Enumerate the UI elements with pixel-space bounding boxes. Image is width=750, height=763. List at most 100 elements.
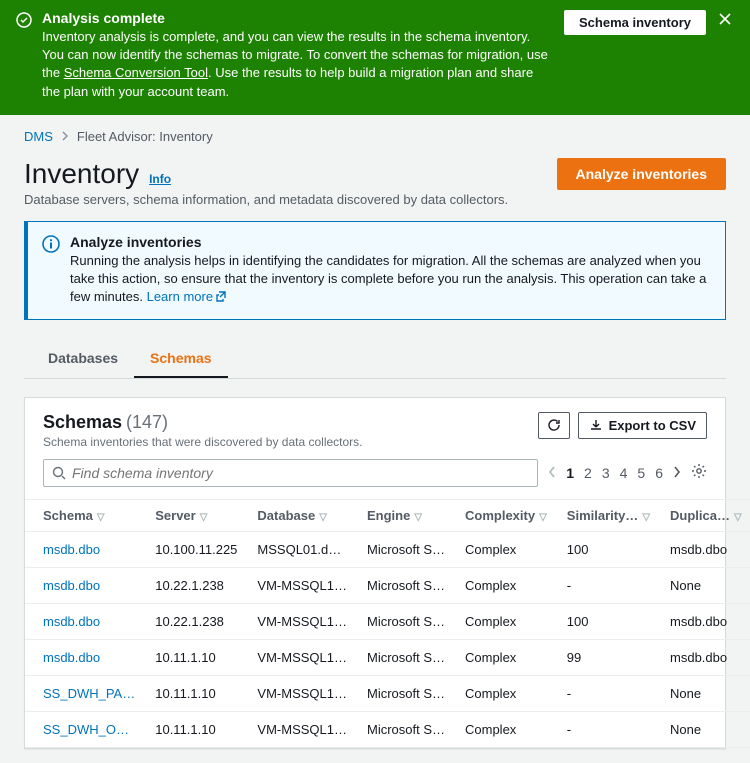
cell-similarity: - bbox=[557, 675, 660, 711]
check-circle-icon bbox=[16, 12, 32, 31]
column-header[interactable]: Server▽ bbox=[145, 499, 247, 531]
schema-conversion-link[interactable]: Schema Conversion Tool bbox=[64, 65, 208, 80]
table-row: msdb.dbo 10.11.1.10VM-MSSQL1…Microsoft S…… bbox=[25, 639, 750, 675]
cell-complexity: Complex bbox=[455, 711, 557, 747]
page-3[interactable]: 3 bbox=[602, 465, 610, 481]
schema-link[interactable]: msdb.dbo bbox=[43, 614, 100, 629]
alert-text: Running the analysis helps in identifyin… bbox=[70, 252, 711, 307]
chevron-right-icon bbox=[61, 129, 69, 144]
page-5[interactable]: 5 bbox=[637, 465, 645, 481]
breadcrumb-current: Fleet Advisor: Inventory bbox=[77, 129, 213, 144]
cell-engine: Microsoft S… bbox=[357, 711, 455, 747]
table-row: SS_DWH_O… 10.11.1.10VM-MSSQL1…Microsoft S… bbox=[25, 711, 750, 747]
cell-complexity: Complex bbox=[455, 603, 557, 639]
tab-databases[interactable]: Databases bbox=[32, 340, 134, 378]
analyze-inventories-button[interactable]: Analyze inventories bbox=[557, 158, 727, 190]
search-icon bbox=[52, 466, 66, 480]
refresh-button[interactable] bbox=[538, 412, 570, 439]
cell-database: VM-MSSQL1… bbox=[247, 567, 357, 603]
schemas-table: Schema▽Server▽Database▽Engine▽Complexity… bbox=[25, 499, 750, 748]
settings-button[interactable] bbox=[691, 463, 707, 482]
column-header[interactable]: Similarity…▽ bbox=[557, 499, 660, 531]
pagination: 1 2 3 4 5 6 bbox=[548, 465, 681, 481]
cell-similarity: 100 bbox=[557, 603, 660, 639]
cell-server: 10.22.1.238 bbox=[145, 567, 247, 603]
page-2[interactable]: 2 bbox=[584, 465, 592, 481]
cell-complexity: Complex bbox=[455, 531, 557, 567]
cell-database: VM-MSSQL1… bbox=[247, 711, 357, 747]
cell-database: VM-MSSQL1… bbox=[247, 639, 357, 675]
table-row: SS_DWH_PA… 10.11.1.10VM-MSSQL1…Microsoft … bbox=[25, 675, 750, 711]
column-header[interactable]: Duplica…▽ bbox=[660, 499, 750, 531]
column-header[interactable]: Engine▽ bbox=[357, 499, 455, 531]
cell-engine: Microsoft S… bbox=[357, 531, 455, 567]
table-row: msdb.dbo 10.22.1.238VM-MSSQL1…Microsoft S… bbox=[25, 603, 750, 639]
cell-complexity: Complex bbox=[455, 639, 557, 675]
schema-link[interactable]: msdb.dbo bbox=[43, 542, 100, 557]
schema-link[interactable]: msdb.dbo bbox=[43, 578, 100, 593]
cell-similarity: 100 bbox=[557, 531, 660, 567]
page-1[interactable]: 1 bbox=[566, 465, 574, 481]
cell-duplicate: msdb.dbo bbox=[660, 531, 750, 567]
cell-server: 10.100.11.225 bbox=[145, 531, 247, 567]
table-row: msdb.dbo 10.22.1.238VM-MSSQL1…Microsoft S… bbox=[25, 567, 750, 603]
cell-server: 10.11.1.10 bbox=[145, 639, 247, 675]
gear-icon bbox=[691, 463, 707, 479]
page-prev[interactable] bbox=[548, 465, 556, 481]
export-csv-button[interactable]: Export to CSV bbox=[578, 412, 707, 439]
schema-link[interactable]: msdb.dbo bbox=[43, 650, 100, 665]
banner-text: Inventory analysis is complete, and you … bbox=[42, 28, 554, 101]
column-header[interactable]: Complexity▽ bbox=[455, 499, 557, 531]
external-link-icon bbox=[215, 290, 227, 305]
panel-subtitle: Schema inventories that were discovered … bbox=[43, 435, 363, 449]
cell-server: 10.11.1.10 bbox=[145, 711, 247, 747]
breadcrumb: DMS Fleet Advisor: Inventory bbox=[24, 129, 726, 144]
cell-database: VM-MSSQL1… bbox=[247, 603, 357, 639]
tabs: Databases Schemas bbox=[24, 340, 726, 379]
cell-engine: Microsoft S… bbox=[357, 567, 455, 603]
cell-complexity: Complex bbox=[455, 567, 557, 603]
cell-database: MSSQL01.d… bbox=[247, 531, 357, 567]
learn-more-link[interactable]: Learn more bbox=[147, 289, 227, 304]
cell-duplicate: msdb.dbo bbox=[660, 639, 750, 675]
banner-title: Analysis complete bbox=[42, 10, 554, 26]
info-icon bbox=[42, 235, 60, 307]
page-subtitle: Database servers, schema information, an… bbox=[24, 192, 508, 207]
schemas-panel: Schemas (147) Schema inventories that we… bbox=[24, 397, 726, 749]
alert-title: Analyze inventories bbox=[70, 234, 711, 250]
panel-title: Schemas bbox=[43, 412, 122, 432]
schema-inventory-button[interactable]: Schema inventory bbox=[564, 10, 706, 35]
download-icon bbox=[589, 418, 603, 432]
cell-duplicate: None bbox=[660, 711, 750, 747]
cell-complexity: Complex bbox=[455, 675, 557, 711]
cell-duplicate: None bbox=[660, 675, 750, 711]
cell-similarity: - bbox=[557, 711, 660, 747]
schema-link[interactable]: SS_DWH_O… bbox=[43, 722, 129, 737]
page-next[interactable] bbox=[673, 465, 681, 481]
column-header[interactable]: Schema▽ bbox=[25, 499, 145, 531]
cell-engine: Microsoft S… bbox=[357, 603, 455, 639]
schema-link[interactable]: SS_DWH_PA… bbox=[43, 686, 135, 701]
cell-server: 10.22.1.238 bbox=[145, 603, 247, 639]
tab-schemas[interactable]: Schemas bbox=[134, 340, 227, 378]
search-input[interactable] bbox=[72, 465, 529, 481]
page-6[interactable]: 6 bbox=[655, 465, 663, 481]
cell-engine: Microsoft S… bbox=[357, 639, 455, 675]
cell-engine: Microsoft S… bbox=[357, 675, 455, 711]
cell-duplicate: msdb.dbo bbox=[660, 603, 750, 639]
refresh-icon bbox=[547, 418, 561, 432]
close-icon[interactable] bbox=[716, 10, 734, 31]
search-input-wrap[interactable] bbox=[43, 459, 538, 487]
page-4[interactable]: 4 bbox=[620, 465, 628, 481]
cell-similarity: - bbox=[557, 567, 660, 603]
cell-database: VM-MSSQL1… bbox=[247, 675, 357, 711]
panel-count: (147) bbox=[126, 412, 168, 432]
column-header[interactable]: Database▽ bbox=[247, 499, 357, 531]
page-title: Inventory bbox=[24, 158, 139, 190]
info-link[interactable]: Info bbox=[149, 172, 171, 186]
success-banner: Analysis complete Inventory analysis is … bbox=[0, 0, 750, 115]
breadcrumb-root[interactable]: DMS bbox=[24, 129, 53, 144]
cell-server: 10.11.1.10 bbox=[145, 675, 247, 711]
cell-duplicate: None bbox=[660, 567, 750, 603]
info-alert: Analyze inventories Running the analysis… bbox=[24, 221, 726, 320]
